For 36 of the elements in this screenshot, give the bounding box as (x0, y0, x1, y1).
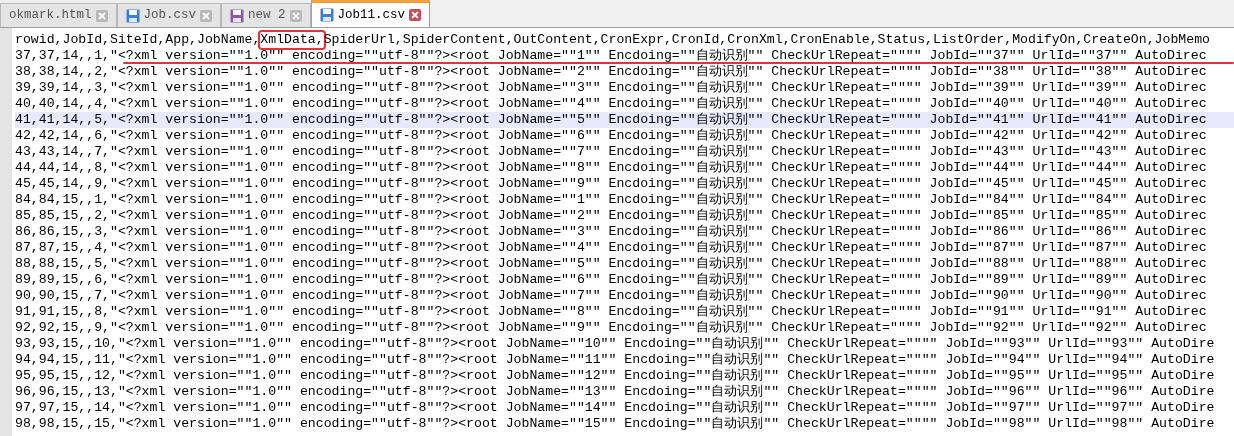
file-tab[interactable]: Job.csv (116, 3, 222, 27)
code-line: 95,95,15,,12,"<?xml version=""1.0"" encoding=""utf-8""?><root JobName=""12"" Encdoing=""自动识别"" CheckUrlRepeat="""" JobId=""95"" UrlId=""95"" AutoDire (15, 368, 1216, 384)
code-line: 98,98,15,,15,"<?xml version=""1.0"" encoding=""utf-8""?><root JobName=""15"" Encdoing=""自动识别"" CheckUrlRepeat="""" JobId=""98"" UrlId=""98"" AutoDire (15, 416, 1216, 432)
code-line: 42,42,14,,6,"<?xml version=""1.0"" encoding=""utf-8""?><root JobName=""6"" Encdoing=""自动识别"" CheckUrlRepeat="""" JobId=""42"" UrlId=""42"" AutoDirec (15, 128, 1208, 144)
code-line: 37,37,14,,1,"<?xml version=""1.0"" encoding=""utf-8""?><root JobName=""1"" Encdoing=""自动识别"" CheckUrlRepeat="""" JobId=""37"" UrlId=""37"" AutoDirec (15, 48, 1234, 64)
code-line: 40,40,14,,4,"<?xml version=""1.0"" encoding=""utf-8""?><root JobName=""4"" Encdoing=""自动识别"" CheckUrlRepeat="""" JobId=""40"" UrlId=""40"" AutoDirec (15, 96, 1208, 112)
tab-label: Job.csv (143, 7, 197, 25)
code-line: 91,91,15,,8,"<?xml version=""1.0"" encoding=""utf-8""?><root JobName=""8"" Encdoing=""自动识别"" CheckUrlRepeat="""" JobId=""91"" UrlId=""91"" AutoDirec (15, 304, 1208, 320)
code-line: 38,38,14,,2,"<?xml version=""1.0"" encoding=""utf-8""?><root JobName=""2"" Encdoing=""自动识别"" CheckUrlRepeat="""" JobId=""38"" UrlId=""38"" AutoDirec (15, 64, 1208, 80)
code-line: 97,97,15,,14,"<?xml version=""1.0"" encoding=""utf-8""?><root JobName=""14"" Encdoing=""自动识别"" CheckUrlRepeat="""" JobId=""97"" UrlId=""97"" AutoDire (15, 400, 1216, 416)
code-line: 93,93,15,,10,"<?xml version=""1.0"" encoding=""utf-8""?><root JobName=""10"" Encdoing=""自动识别"" CheckUrlRepeat="""" JobId=""93"" UrlId=""93"" AutoDire (15, 336, 1216, 352)
tab-label: new 2 (248, 7, 286, 25)
close-icon[interactable] (409, 9, 422, 21)
highlight-box: XmlData, (260, 32, 324, 48)
code-line: 87,87,15,,4,"<?xml version=""1.0"" encoding=""utf-8""?><root JobName=""4"" Encdoing=""自动识别"" CheckUrlRepeat="""" JobId=""87"" UrlId=""87"" AutoDirec (15, 240, 1208, 256)
code-line: 88,88,15,,5,"<?xml version=""1.0"" encoding=""utf-8""?><root JobName=""5"" Encdoing=""自动识别"" CheckUrlRepeat="""" JobId=""88"" UrlId=""88"" AutoDirec (15, 256, 1208, 272)
tab-label: Job11.csv (337, 6, 406, 24)
code-line: 84,84,15,,1,"<?xml version=""1.0"" encoding=""utf-8""?><root JobName=""1"" Encdoing=""自动识别"" CheckUrlRepeat="""" JobId=""84"" UrlId=""84"" AutoDirec (15, 192, 1208, 208)
file-tab[interactable]: okmark.html (0, 3, 117, 27)
close-icon[interactable] (200, 9, 213, 22)
close-icon[interactable] (95, 9, 108, 22)
code-line: 39,39,14,,3,"<?xml version=""1.0"" encoding=""utf-8""?><root JobName=""3"" Encdoing=""自动识别"" CheckUrlRepeat="""" JobId=""39"" UrlId=""39"" AutoDirec (15, 80, 1208, 96)
tab-label: okmark.html (9, 7, 92, 25)
code-line: 89,89,15,,6,"<?xml version=""1.0"" encoding=""utf-8""?><root JobName=""6"" Encdoing=""自动识别"" CheckUrlRepeat="""" JobId=""89"" UrlId=""89"" AutoDirec (15, 272, 1208, 288)
code-line: 85,85,15,,2,"<?xml version=""1.0"" encoding=""utf-8""?><root JobName=""2"" Encdoing=""自动识别"" CheckUrlRepeat="""" JobId=""85"" UrlId=""85"" AutoDirec (15, 208, 1208, 224)
code-line: 96,96,15,,13,"<?xml version=""1.0"" encoding=""utf-8""?><root JobName=""13"" Encdoing=""自动识别"" CheckUrlRepeat="""" JobId=""96"" UrlId=""96"" AutoDire (15, 384, 1216, 400)
code-line: 45,45,14,,9,"<?xml version=""1.0"" encoding=""utf-8""?><root JobName=""9"" Encdoing=""自动识别"" CheckUrlRepeat="""" JobId=""45"" UrlId=""45"" AutoDirec (15, 176, 1208, 192)
code-line: 94,94,15,,11,"<?xml version=""1.0"" encoding=""utf-8""?><root JobName=""11"" Encdoing=""自动识别"" CheckUrlRepeat="""" JobId=""94"" UrlId=""94"" AutoDire (15, 352, 1216, 368)
file-tab[interactable]: Job11.csv (310, 0, 431, 27)
code-line: 92,92,15,,9,"<?xml version=""1.0"" encoding=""utf-8""?><root JobName=""9"" Encdoing=""自动识别"" CheckUrlRepeat="""" JobId=""92"" UrlId=""92"" AutoDirec (15, 320, 1208, 336)
code-line: 44,44,14,,8,"<?xml version=""1.0"" encoding=""utf-8""?><root JobName=""8"" Encdoing=""自动识别"" CheckUrlRepeat="""" JobId=""44"" UrlId=""44"" AutoDirec (15, 160, 1208, 176)
code-line: 43,43,14,,7,"<?xml version=""1.0"" encoding=""utf-8""?><root JobName=""7"" Encdoing=""自动识别"" CheckUrlRepeat="""" JobId=""43"" UrlId=""43"" AutoDirec (15, 144, 1208, 160)
close-icon[interactable] (289, 9, 302, 22)
code-line: 90,90,15,,7,"<?xml version=""1.0"" encoding=""utf-8""?><root JobName=""7"" Encdoing=""自动识别"" CheckUrlRepeat="""" JobId=""90"" UrlId=""90"" AutoDirec (15, 288, 1208, 304)
code-line: 86,86,15,,3,"<?xml version=""1.0"" encoding=""utf-8""?><root JobName=""3"" Encdoing=""自动识别"" CheckUrlRepeat="""" JobId=""86"" UrlId=""86"" AutoDirec (15, 224, 1208, 240)
file-tab[interactable]: new 2 (221, 3, 311, 27)
